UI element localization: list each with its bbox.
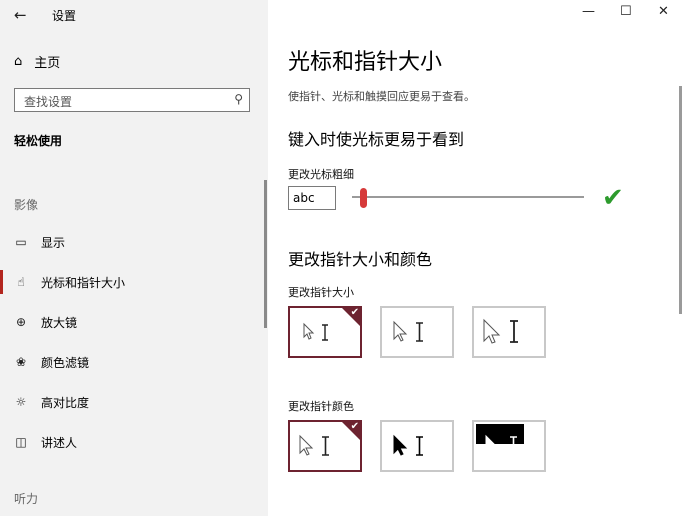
sidebar-item-label: 讲述人 [41,435,78,450]
palette-icon: ❀ [15,355,27,369]
sidebar-item-label: 放大镜 [41,315,78,330]
pointer-preview-icon [483,318,518,344]
checkmark-icon: ✔ [602,183,624,213]
check-icon: ✔ [350,421,359,432]
group-title: 轻松使用 [14,134,63,148]
window-title: 设置 [52,9,77,23]
sidebar-item-label: 光标和指针大小 [41,275,126,290]
sidebar-item-high-contrast[interactable]: ☼ 高对比度 [14,392,89,412]
pointer-color-label: 更改指针颜色 [288,400,354,413]
page-title: 光标和指针大小 [288,50,443,75]
search-input[interactable]: 查找设置 ⚲ [14,88,250,112]
cursor-preview-box: abc [288,186,336,210]
pointer-preview-icon [393,320,423,342]
pointer-color-option-inverted[interactable] [472,420,546,472]
section-pointer-title: 更改指针大小和颜色 [288,250,433,269]
magnifier-icon: ⊕ [15,315,27,329]
maximize-button[interactable]: ☐ [620,4,632,19]
monitor-icon: ▭ [15,235,27,249]
home-icon: ⌂ [14,54,23,69]
sidebar-item-narrator[interactable]: ◫ 讲述人 [14,432,77,452]
search-icon[interactable]: ⚲ [234,92,243,106]
pointer-preview-icon [393,434,423,456]
sidebar-item-label: 颜色滤镜 [41,355,90,370]
section-cursor-title: 键入时使光标更易于看到 [288,130,465,149]
pointer-preview-icon [485,434,517,456]
category-hearing: 听力 [14,492,39,506]
nav-home[interactable]: ⌂ 主页 [14,52,60,71]
cursor-thickness-slider-track[interactable] [352,196,584,198]
pointer-size-option-medium[interactable] [380,306,454,358]
contrast-icon: ☼ [15,395,27,409]
check-icon: ✔ [350,307,359,318]
search-placeholder: 查找设置 [24,95,73,109]
sidebar-scrollbar[interactable] [264,180,267,328]
cursor-thickness-slider-thumb[interactable] [360,188,368,208]
main-content: — ☐ ✕ 光标和指针大小 使指针、光标和触摸回应更易于查看。 键入时使光标更易… [268,0,685,516]
sidebar-item-color-filters[interactable]: ❀ 颜色滤镜 [14,352,89,372]
back-arrow-icon[interactable]: ← [14,6,27,24]
main-scrollbar[interactable] [679,86,682,314]
pointer-size-label: 更改指针大小 [288,286,354,299]
sidebar-item-cursor-pointer[interactable]: ☝ 光标和指针大小 [14,272,125,292]
nav-home-label: 主页 [34,56,61,71]
cursor-preview-text: abc [293,191,315,205]
cursor-thickness-label: 更改光标粗细 [288,168,354,181]
minimize-button[interactable]: — [582,4,595,19]
active-indicator [0,270,3,294]
sidebar-item-magnifier[interactable]: ⊕ 放大镜 [14,312,77,332]
pointer-preview-icon [299,434,329,456]
pointer-color-option-black[interactable] [380,420,454,472]
pointer-hand-icon: ☝ [17,275,25,289]
narrator-icon: ◫ [15,435,27,449]
pointer-size-option-large[interactable] [472,306,546,358]
sidebar-item-display[interactable]: ▭ 显示 [14,232,65,252]
pointer-preview-icon [303,322,328,341]
pointer-size-option-small[interactable]: ✔ [288,306,362,358]
page-subtitle: 使指针、光标和触摸回应更易于查看。 [288,90,475,103]
sidebar-item-label: 高对比度 [41,395,90,410]
close-button[interactable]: ✕ [658,4,669,19]
sidebar-item-label: 显示 [41,235,66,250]
sidebar: ← 设置 ⌂ 主页 查找设置 ⚲ 轻松使用 影像 ▭ 显示 ☝ 光标和指针大小 … [0,0,268,516]
category-vision: 影像 [14,198,39,212]
pointer-color-option-white[interactable]: ✔ [288,420,362,472]
